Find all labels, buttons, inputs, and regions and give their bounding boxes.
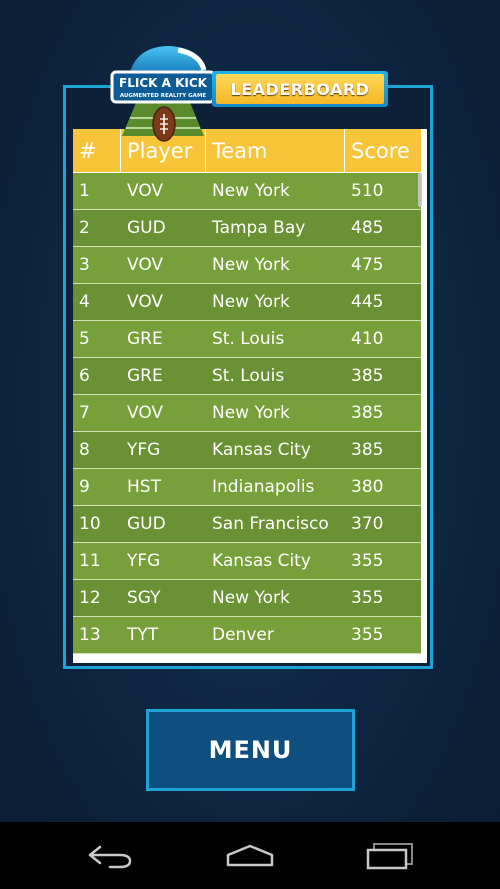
cell-rank: 9: [79, 477, 90, 497]
recent-apps-icon[interactable]: [360, 840, 420, 872]
cell-team: New York: [212, 255, 290, 275]
table-scrollbar[interactable]: [418, 173, 422, 207]
table-row[interactable]: 9 HST Indianapolis 380: [73, 469, 421, 506]
leaderboard-banner: LEADERBOARD: [212, 71, 388, 107]
cell-score: 385: [351, 403, 384, 423]
cell-team: New York: [212, 181, 290, 201]
cell-score: 355: [351, 551, 384, 571]
cell-score: 355: [351, 625, 384, 645]
cell-rank: 13: [79, 625, 101, 645]
cell-team: Kansas City: [212, 551, 311, 571]
cell-rank: 2: [79, 218, 90, 238]
leaderboard-table[interactable]: # Player Team Score 1 VOV New York 510 2 GUD T…: [73, 129, 427, 663]
cell-player: TYT: [127, 625, 159, 645]
cell-player: VOV: [127, 181, 164, 201]
back-arrow-icon[interactable]: [80, 840, 140, 872]
cell-team: New York: [212, 588, 290, 608]
flick-a-kick-logo: FLICK A KICK AUGMENTED REALITY GAME: [110, 46, 216, 142]
cell-player: YFG: [127, 440, 161, 460]
table-row[interactable]: 5 GRE St. Louis 410: [73, 321, 421, 358]
cell-score: 355: [351, 588, 384, 608]
cell-team: Kansas City: [212, 440, 311, 460]
cell-rank: 1: [79, 181, 90, 201]
table-row[interactable]: 2 GUD Tampa Bay 485: [73, 210, 421, 247]
table-row[interactable]: 8 YFG Kansas City 385: [73, 432, 421, 469]
menu-button[interactable]: MENU: [146, 709, 355, 791]
cell-player: YFG: [127, 551, 161, 571]
cell-player: GUD: [127, 218, 166, 238]
cell-rank: 6: [79, 366, 90, 386]
cell-player: GUD: [127, 514, 166, 534]
cell-player: GRE: [127, 366, 163, 386]
cell-player: GRE: [127, 329, 163, 349]
cell-team: St. Louis: [212, 366, 285, 386]
table-row[interactable]: 3 VOV New York 475: [73, 247, 421, 284]
android-nav-bar: [0, 822, 500, 889]
header-team: Team: [206, 129, 345, 172]
cell-score: 410: [351, 329, 384, 349]
cell-rank: 4: [79, 292, 90, 312]
cell-player: VOV: [127, 292, 164, 312]
cell-team: Indianapolis: [212, 477, 315, 497]
table-row[interactable]: 12 SGY New York 355: [73, 580, 421, 617]
cell-team: New York: [212, 292, 290, 312]
table-row[interactable]: 6 GRE St. Louis 385: [73, 358, 421, 395]
logo-subtitle-text: AUGMENTED REALITY GAME: [120, 93, 207, 99]
cell-score: 475: [351, 255, 384, 275]
cell-team: Denver: [212, 625, 274, 645]
cell-team: New York: [212, 403, 290, 423]
header-score: Score: [351, 138, 410, 163]
cell-score: 510: [351, 181, 384, 201]
table-row[interactable]: 10 GUD San Francisco 370: [73, 506, 421, 543]
cell-player: HST: [127, 477, 161, 497]
cell-score: 385: [351, 440, 384, 460]
cell-player: SGY: [127, 588, 161, 608]
leaderboard-title: LEADERBOARD: [216, 74, 384, 104]
cell-player: VOV: [127, 403, 164, 423]
logo-title-text: FLICK A KICK: [119, 76, 208, 90]
cell-rank: 5: [79, 329, 90, 349]
table-row[interactable]: 13 TYT Denver 355: [73, 617, 421, 654]
cell-rank: 11: [79, 551, 101, 571]
table-row[interactable]: 4 VOV New York 445: [73, 284, 421, 321]
cell-score: 370: [351, 514, 384, 534]
cell-player: VOV: [127, 255, 164, 275]
cell-rank: 8: [79, 440, 90, 460]
cell-team: St. Louis: [212, 329, 285, 349]
table-row[interactable]: 1 VOV New York 510: [73, 173, 421, 210]
table-body[interactable]: 1 VOV New York 510 2 GUD Tampa Bay 485 3 VOV New Y…: [73, 173, 421, 654]
table-row[interactable]: 11 YFG Kansas City 355: [73, 543, 421, 580]
cell-rank: 10: [79, 514, 101, 534]
cell-rank: 12: [79, 588, 101, 608]
table-row[interactable]: 7 VOV New York 385: [73, 395, 421, 432]
cell-score: 380: [351, 477, 384, 497]
cell-score: 445: [351, 292, 384, 312]
cell-team: San Francisco: [212, 514, 329, 534]
home-icon[interactable]: [220, 840, 280, 872]
cell-rank: 7: [79, 403, 90, 423]
cell-team: Tampa Bay: [212, 218, 306, 238]
cell-score: 485: [351, 218, 384, 238]
cell-rank: 3: [79, 255, 90, 275]
cell-score: 385: [351, 366, 384, 386]
